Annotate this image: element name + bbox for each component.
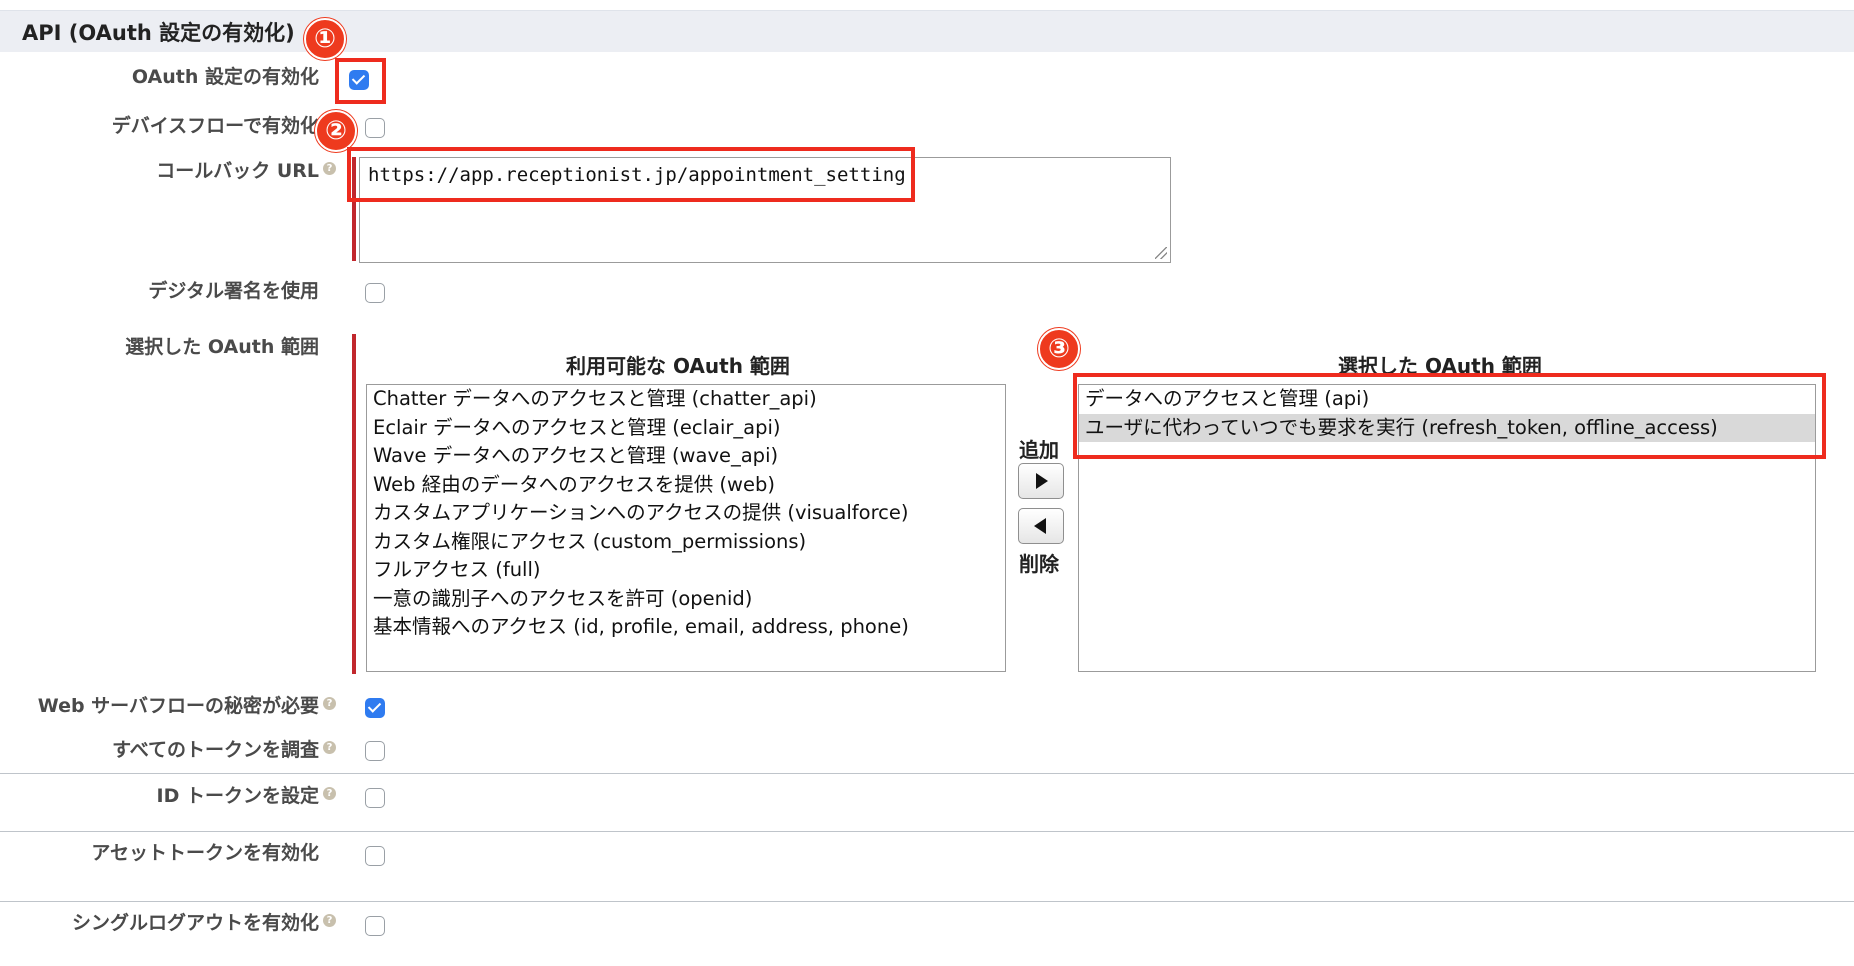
resize-handle[interactable] (1155, 247, 1167, 259)
available-scope-option[interactable]: 一意の識別子へのアクセスを許可 (openid) (367, 585, 1005, 614)
help-icon[interactable]: ? (323, 162, 336, 175)
divider (0, 901, 1854, 902)
asset-tokens-checkbox[interactable] (365, 846, 385, 866)
available-scopes-title: 利用可能な OAuth 範囲 (566, 354, 790, 378)
device-flow-checkbox[interactable] (365, 118, 385, 138)
single-logout-checkbox[interactable] (365, 916, 385, 936)
available-scope-option[interactable]: Eclair データへのアクセスと管理 (eclair_api) (367, 414, 1005, 443)
digital-signature-label: デジタル署名を使用 (148, 280, 319, 302)
available-scope-option[interactable]: カスタムアプリケーションへのアクセスの提供 (visualforce) (367, 499, 1005, 528)
digital-signature-checkbox[interactable] (365, 283, 385, 303)
help-icon[interactable]: ? (323, 787, 336, 800)
annotation-box-2 (347, 147, 915, 202)
remove-label: 削除 (1019, 552, 1059, 576)
arrow-left-icon (1034, 518, 1046, 534)
annotation-badge-2: ② (315, 110, 357, 152)
annotation-badge-1: ① (304, 18, 346, 60)
required-indicator (352, 334, 356, 674)
help-icon[interactable]: ? (323, 914, 336, 927)
divider (0, 831, 1854, 832)
available-scope-option[interactable]: Web 経由のデータへのアクセスを提供 (web) (367, 471, 1005, 500)
add-scope-button[interactable] (1018, 463, 1064, 499)
annotation-badge-3: ③ (1038, 328, 1080, 370)
id-token-checkbox[interactable] (365, 788, 385, 808)
web-server-secret-label: Web サーバフローの秘密が必要 (37, 695, 319, 717)
remove-scope-button[interactable] (1018, 508, 1064, 544)
single-logout-label: シングルログアウトを有効化 (71, 912, 319, 934)
web-server-secret-checkbox[interactable] (365, 698, 385, 718)
add-label: 追加 (1019, 438, 1059, 462)
help-icon[interactable]: ? (323, 741, 336, 754)
section-title: API (OAuth 設定の有効化) (22, 21, 295, 45)
annotation-box-1 (335, 58, 386, 104)
annotation-box-3 (1073, 373, 1826, 459)
available-scope-option[interactable]: 基本情報へのアクセス (id, profile, email, address,… (367, 613, 1005, 642)
available-scope-option[interactable]: Wave データへのアクセスと管理 (wave_api) (367, 442, 1005, 471)
device-flow-label: デバイスフローで有効化 (111, 115, 319, 137)
introspect-tokens-checkbox[interactable] (365, 741, 385, 761)
oauth-scopes-label: 選択した OAuth 範囲 (125, 336, 319, 358)
available-scope-option[interactable]: Chatter データへのアクセスと管理 (chatter_api) (367, 385, 1005, 414)
help-icon[interactable]: ? (323, 697, 336, 710)
id-token-label: ID トークンを設定 (156, 785, 319, 807)
available-scope-option[interactable]: フルアクセス (full) (367, 556, 1005, 585)
introspect-tokens-label: すべてのトークンを調査 (112, 739, 319, 761)
callback-url-label: コールバック URL (156, 160, 319, 182)
arrow-right-icon (1036, 473, 1048, 489)
divider (0, 773, 1854, 774)
asset-tokens-label: アセットトークンを有効化 (91, 842, 319, 864)
available-scopes-list[interactable]: Chatter データへのアクセスと管理 (chatter_api) Eclai… (366, 384, 1006, 672)
available-scope-option[interactable]: カスタム権限にアクセス (custom_permissions) (367, 528, 1005, 557)
enable-oauth-label: OAuth 設定の有効化 (131, 66, 319, 88)
